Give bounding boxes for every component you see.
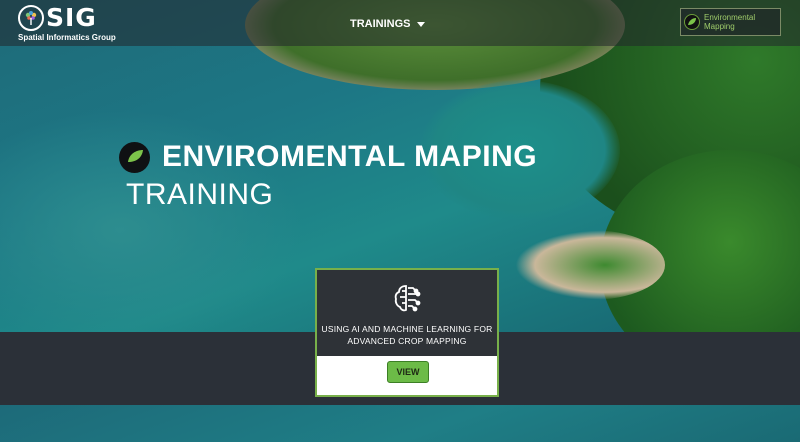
page-title: ENVIROMENTAL MAPING [162, 140, 538, 173]
environmental-mapping-link[interactable]: Environmental Mapping [680, 8, 781, 36]
nav-trainings-menu[interactable]: TRAININGS [350, 18, 425, 30]
training-card: USING AI AND MACHINE LEARNING FOR ADVANC… [315, 268, 499, 397]
logo-text: SIG [46, 3, 97, 32]
page-subtitle: TRAINING [126, 178, 274, 211]
hero-title-row: ENVIROMENTAL MAPING [119, 140, 537, 174]
top-navigation-bar: SIG Spatial Informatics Group TRAININGS … [0, 0, 800, 46]
leaf-icon [684, 14, 700, 30]
card-footer: VIEW [317, 356, 497, 395]
chevron-down-icon [416, 22, 425, 27]
chip-label-line2: Mapping [704, 22, 735, 31]
hero-background-lower [0, 405, 800, 442]
card-title: USING AI AND MACHINE LEARNING FOR ADVANC… [321, 324, 493, 346]
chip-label: Environmental Mapping [704, 13, 755, 31]
view-button[interactable]: VIEW [387, 361, 429, 383]
nav-trainings-label: TRAININGS [350, 18, 411, 30]
chip-label-line1: Environmental [704, 13, 756, 22]
card-header: USING AI AND MACHINE LEARNING FOR ADVANC… [317, 270, 497, 356]
logo-subtitle: Spatial Informatics Group [18, 33, 116, 42]
leaf-icon [119, 141, 150, 173]
sig-tree-logo-icon [18, 5, 44, 31]
sig-logo[interactable]: SIG Spatial Informatics Group [18, 4, 116, 42]
ai-brain-icon [391, 282, 423, 319]
